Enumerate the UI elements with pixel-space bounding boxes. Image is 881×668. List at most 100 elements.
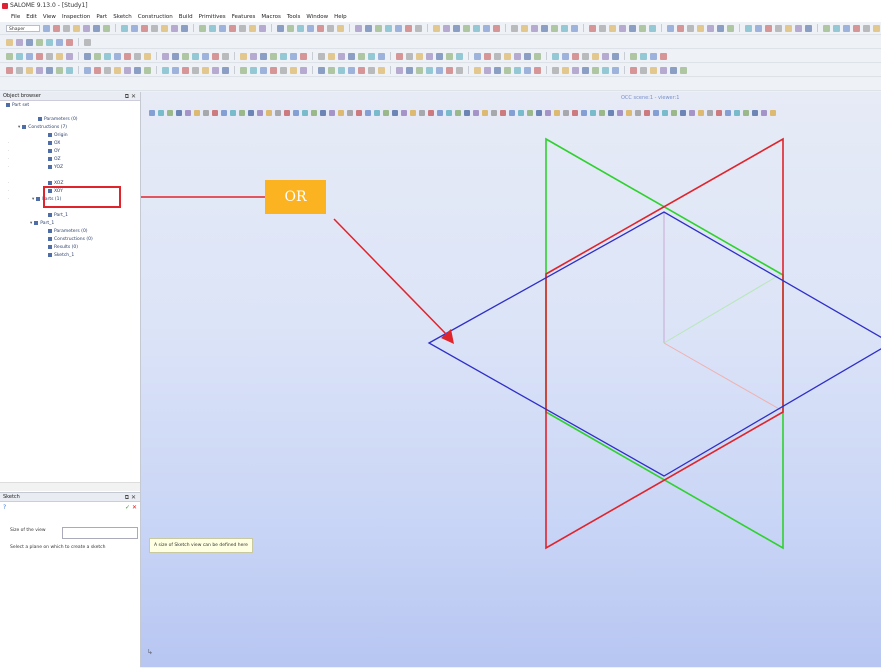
toolbar-button-icon[interactable] — [602, 66, 609, 74]
toolbar-button-icon[interactable] — [318, 52, 325, 60]
toolbar-button-icon[interactable] — [552, 66, 559, 74]
tree-item[interactable]: Constructions (0) — [46, 236, 93, 243]
toolbar-button-icon[interactable] — [745, 24, 752, 32]
toolbar-button-icon[interactable] — [589, 24, 596, 32]
toolbar-button-icon[interactable] — [114, 52, 121, 60]
toolbar-button-icon[interactable] — [192, 66, 199, 74]
toolbar-button-icon[interactable] — [426, 66, 433, 74]
toolbar-button-icon[interactable] — [328, 66, 335, 74]
toolbar-button-icon[interactable] — [612, 66, 619, 74]
toolbar-button-icon[interactable] — [805, 24, 812, 32]
toolbar-button-icon[interactable] — [222, 52, 229, 60]
toolbar-button-icon[interactable] — [677, 24, 684, 32]
toolbar-button-icon[interactable] — [348, 52, 355, 60]
toolbar-button-icon[interactable] — [823, 24, 830, 32]
toolbar-button-icon[interactable] — [660, 66, 667, 74]
tree-horizontal-scrollbar[interactable] — [0, 482, 140, 491]
toolbar-button-icon[interactable] — [46, 52, 53, 60]
menu-view[interactable]: View — [40, 12, 59, 22]
toolbar-button-icon[interactable] — [619, 24, 626, 32]
toolbar-button-icon[interactable] — [385, 24, 392, 32]
toolbar-button-icon[interactable] — [144, 66, 151, 74]
toolbar-button-icon[interactable] — [287, 24, 294, 32]
toolbar-button-icon[interactable] — [534, 52, 541, 60]
toolbar-button-icon[interactable] — [717, 24, 724, 32]
toolbar-button-icon[interactable] — [474, 52, 481, 60]
toolbar-button-icon[interactable] — [650, 66, 657, 74]
toolbar-button-icon[interactable] — [84, 38, 91, 46]
toolbar-button-icon[interactable] — [192, 52, 199, 60]
toolbar-button-icon[interactable] — [795, 24, 802, 32]
toolbar-button-icon[interactable] — [328, 52, 335, 60]
toolbar-button-icon[interactable] — [212, 52, 219, 60]
toolbar-button-icon[interactable] — [531, 24, 538, 32]
apply-check-icon[interactable]: ✓ — [125, 504, 130, 511]
toolbar-button-icon[interactable] — [358, 52, 365, 60]
toolbar-button-icon[interactable] — [396, 52, 403, 60]
help-icon[interactable]: ? — [3, 504, 6, 511]
tree-item[interactable]: Results (0) — [46, 244, 78, 251]
toolbar-button-icon[interactable] — [240, 52, 247, 60]
toolbar-button-icon[interactable] — [318, 66, 325, 74]
toolbar-button-icon[interactable] — [415, 24, 422, 32]
toolbar-button-icon[interactable] — [680, 66, 687, 74]
toolbar-button-icon[interactable] — [66, 38, 73, 46]
toolbar-button-icon[interactable] — [843, 24, 850, 32]
toolbar-button-icon[interactable] — [6, 38, 13, 46]
toolbar-button-icon[interactable] — [365, 24, 372, 32]
toolbar-button-icon[interactable] — [453, 24, 460, 32]
toolbar-button-icon[interactable] — [209, 24, 216, 32]
toolbar-button-icon[interactable] — [182, 66, 189, 74]
dock-controls-icon[interactable]: ⧉ ✕ — [125, 92, 136, 101]
toolbar-button-icon[interactable] — [436, 66, 443, 74]
toolbar-button-icon[interactable] — [375, 24, 382, 32]
toolbar-button-icon[interactable] — [259, 24, 266, 32]
toolbar-button-icon[interactable] — [670, 66, 677, 74]
toolbar-button-icon[interactable] — [171, 24, 178, 32]
menu-file[interactable]: File — [8, 12, 23, 22]
toolbar-button-icon[interactable] — [524, 66, 531, 74]
toolbar-button-icon[interactable] — [84, 66, 91, 74]
toolbar-button-icon[interactable] — [290, 66, 297, 74]
toolbar-button-icon[interactable] — [378, 52, 385, 60]
size-of-view-input[interactable] — [62, 527, 138, 539]
toolbar-button-icon[interactable] — [134, 52, 141, 60]
toolbar-button-icon[interactable] — [494, 52, 501, 60]
toolbar-button-icon[interactable] — [355, 24, 362, 32]
toolbar-button-icon[interactable] — [83, 24, 90, 32]
menu-part[interactable]: Part — [93, 12, 110, 22]
menu-inspection[interactable]: Inspection — [59, 12, 93, 22]
toolbar-button-icon[interactable] — [572, 66, 579, 74]
toolbar-button-icon[interactable] — [63, 24, 70, 32]
toolbar-button-icon[interactable] — [494, 66, 501, 74]
toolbar-button-icon[interactable] — [456, 66, 463, 74]
toolbar-button-icon[interactable] — [280, 52, 287, 60]
toolbar-button-icon[interactable] — [436, 52, 443, 60]
toolbar-button-icon[interactable] — [56, 66, 63, 74]
toolbar-button-icon[interactable] — [511, 24, 518, 32]
toolbar-button-icon[interactable] — [599, 24, 606, 32]
toolbar-button-icon[interactable] — [73, 24, 80, 32]
toolbar-button-icon[interactable] — [775, 24, 782, 32]
toolbar-button-icon[interactable] — [473, 24, 480, 32]
toolbar-button-icon[interactable] — [16, 52, 23, 60]
tree-item[interactable]: OZ — [46, 156, 61, 163]
toolbar-button-icon[interactable] — [300, 52, 307, 60]
toolbar-button-icon[interactable] — [504, 52, 511, 60]
toolbar-button-icon[interactable] — [103, 24, 110, 32]
toolbar-button-icon[interactable] — [660, 52, 667, 60]
occ-3d-viewport[interactable]: OCC scene:1 - viewer:1 OR A size of Sket… — [141, 92, 881, 667]
menu-window[interactable]: Window — [303, 12, 331, 22]
toolbar-button-icon[interactable] — [483, 24, 490, 32]
toolbar-button-icon[interactable] — [446, 66, 453, 74]
toolbar-button-icon[interactable] — [640, 66, 647, 74]
toolbar-button-icon[interactable] — [26, 52, 33, 60]
menu-edit[interactable]: Edit — [23, 12, 40, 22]
toolbar-button-icon[interactable] — [443, 24, 450, 32]
toolbar-button-icon[interactable] — [84, 52, 91, 60]
toolbar-button-icon[interactable] — [358, 66, 365, 74]
toolbar-button-icon[interactable] — [151, 24, 158, 32]
visibility-toggle-icon[interactable]: · — [8, 164, 9, 169]
toolbar-button-icon[interactable] — [582, 52, 589, 60]
toolbar-button-icon[interactable] — [514, 52, 521, 60]
